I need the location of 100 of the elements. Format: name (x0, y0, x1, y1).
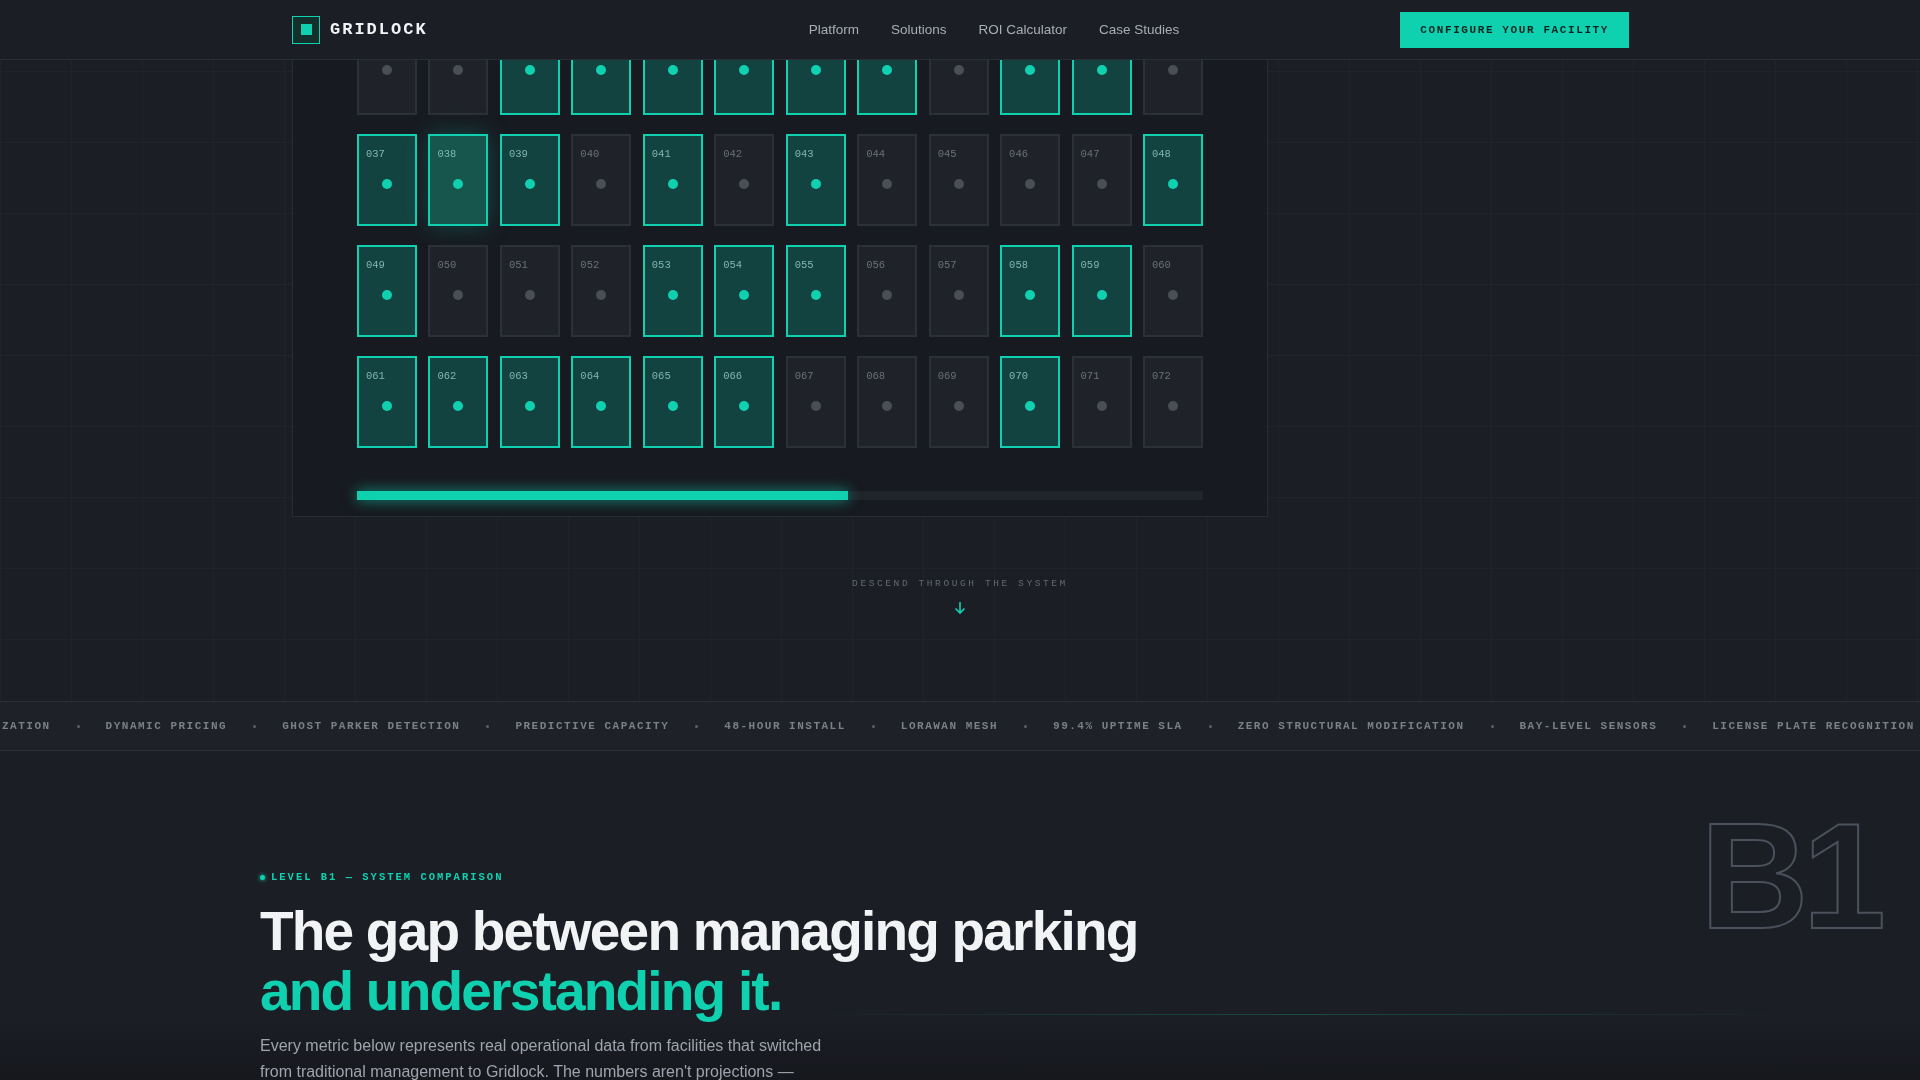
nav-link[interactable]: Solutions (890, 22, 947, 37)
status-dot (596, 179, 607, 189)
nav-link[interactable]: ROI Calculator (978, 22, 1067, 37)
status-dot (596, 401, 607, 411)
status-dot (739, 179, 750, 189)
status-dot (382, 290, 392, 300)
ticker-item: ZATION (2, 720, 51, 732)
parking-bay[interactable]: 042 (714, 134, 775, 226)
parking-bay[interactable]: 046 (1000, 134, 1061, 226)
parking-bay[interactable]: 060 (1143, 245, 1203, 337)
parking-bay[interactable]: 055 (785, 245, 846, 337)
bay-number: 043 (794, 148, 814, 160)
separator-dot (871, 724, 875, 728)
status-dot (882, 290, 893, 300)
parking-bay[interactable] (714, 60, 775, 115)
status-dot (739, 290, 750, 300)
parking-bay[interactable] (642, 60, 703, 115)
separator-dot (253, 724, 257, 728)
parking-bay[interactable]: 058 (1000, 245, 1061, 337)
status-dot (382, 179, 392, 189)
status-dot (1096, 179, 1107, 189)
status-dot (739, 65, 750, 75)
parking-bay[interactable]: 062 (428, 356, 489, 448)
down-arrow-icon[interactable] (953, 601, 967, 615)
parking-bay[interactable]: 045 (928, 134, 989, 226)
section-description: Every metric below represents real operational data from facilities that switched from traditional management to Gridlock. The numbers aren't projections — (260, 1036, 823, 1080)
status-dot (524, 290, 535, 300)
bay-number: 038 (437, 148, 457, 160)
status-dot (453, 65, 464, 75)
parking-bay[interactable] (1000, 60, 1061, 115)
parking-bay[interactable]: 054 (714, 245, 775, 337)
status-dot (953, 179, 964, 189)
bay-number: 062 (437, 370, 457, 382)
separator-dot (76, 724, 80, 728)
status-dot (524, 401, 535, 411)
bay-number: 041 (651, 148, 671, 160)
status-dot (453, 290, 464, 300)
nav-link[interactable]: Platform (808, 22, 859, 37)
parking-bay[interactable]: 057 (928, 245, 989, 337)
section-eyebrow: LEVEL B1 — SYSTEM COMPARISON (271, 871, 504, 883)
parking-bay[interactable]: 039 (499, 134, 560, 226)
parking-bay[interactable]: 065 (642, 356, 703, 448)
parking-bay[interactable]: 041 (642, 134, 703, 226)
status-dot (524, 65, 535, 75)
brand-name[interactable]: GRIDLOCK (330, 20, 428, 39)
parking-bay[interactable]: 052 (571, 245, 632, 337)
status-dot (810, 179, 821, 189)
bay-number: 070 (1009, 370, 1028, 382)
parking-bay[interactable]: 063 (499, 356, 560, 448)
ticker-item: PREDICTIVE CAPACITY (515, 720, 670, 732)
bay-number: 050 (437, 259, 457, 271)
status-dot (1025, 290, 1036, 300)
status-dot (667, 179, 678, 189)
bay-number: 044 (866, 148, 886, 160)
parking-bay[interactable]: 050 (428, 245, 489, 337)
parking-bay[interactable]: 053 (642, 245, 703, 337)
parking-bay[interactable]: 064 (571, 356, 632, 448)
nav-link[interactable]: Case Studies (1099, 22, 1180, 37)
status-dot (667, 65, 678, 75)
parking-bay[interactable]: 047 (1071, 134, 1132, 226)
parking-bay[interactable]: 049 (357, 245, 417, 337)
parking-bay[interactable] (499, 60, 560, 115)
bay-number: 048 (1152, 148, 1171, 160)
parking-bay[interactable]: 070 (1000, 356, 1061, 448)
parking-bay[interactable]: 037 (357, 134, 417, 226)
parking-bay[interactable]: 040 (571, 134, 632, 226)
parking-bay[interactable]: 068 (857, 356, 918, 448)
parking-bay[interactable] (571, 60, 632, 115)
parking-bay[interactable]: 038 (428, 134, 489, 226)
bay-number: 039 (508, 148, 528, 160)
parking-bay[interactable]: 048 (1143, 134, 1203, 226)
bay-number: 040 (580, 148, 600, 160)
bay-number: 066 (723, 370, 743, 382)
parking-bay[interactable]: 044 (857, 134, 918, 226)
parking-bay[interactable]: 061 (357, 356, 417, 448)
parking-bay[interactable]: 056 (857, 245, 918, 337)
heading-accent: and understanding it. (260, 961, 782, 1021)
ticker-item: DYNAMIC PRICING (105, 720, 228, 732)
parking-bay[interactable]: 067 (785, 356, 846, 448)
parking-bay[interactable] (857, 60, 918, 115)
ticker-item: LICENSE PLATE RECOGNITION (1712, 720, 1915, 732)
bay-number: 047 (1080, 148, 1100, 160)
bay-number: 069 (937, 370, 957, 382)
parking-bay[interactable]: 051 (499, 245, 560, 337)
parking-bay[interactable]: 069 (928, 356, 989, 448)
bay-number: 046 (1009, 148, 1028, 160)
bay-number: 067 (794, 370, 814, 382)
bay-number: 049 (366, 259, 385, 271)
parking-bay[interactable] (1071, 60, 1132, 115)
configure-facility-button[interactable]: CONFIGURE YOUR FACILITY (1400, 11, 1629, 48)
parking-bay[interactable]: 043 (785, 134, 846, 226)
parking-bay[interactable]: 071 (1071, 356, 1132, 448)
bay-number: 052 (580, 259, 600, 271)
status-dot (1096, 290, 1107, 300)
parking-bay[interactable]: 059 (1071, 245, 1132, 337)
parking-bay[interactable] (785, 60, 846, 115)
parking-bay[interactable]: 072 (1143, 356, 1203, 448)
logo-icon (292, 15, 320, 44)
status-dot (596, 65, 607, 75)
parking-bay[interactable]: 066 (714, 356, 775, 448)
